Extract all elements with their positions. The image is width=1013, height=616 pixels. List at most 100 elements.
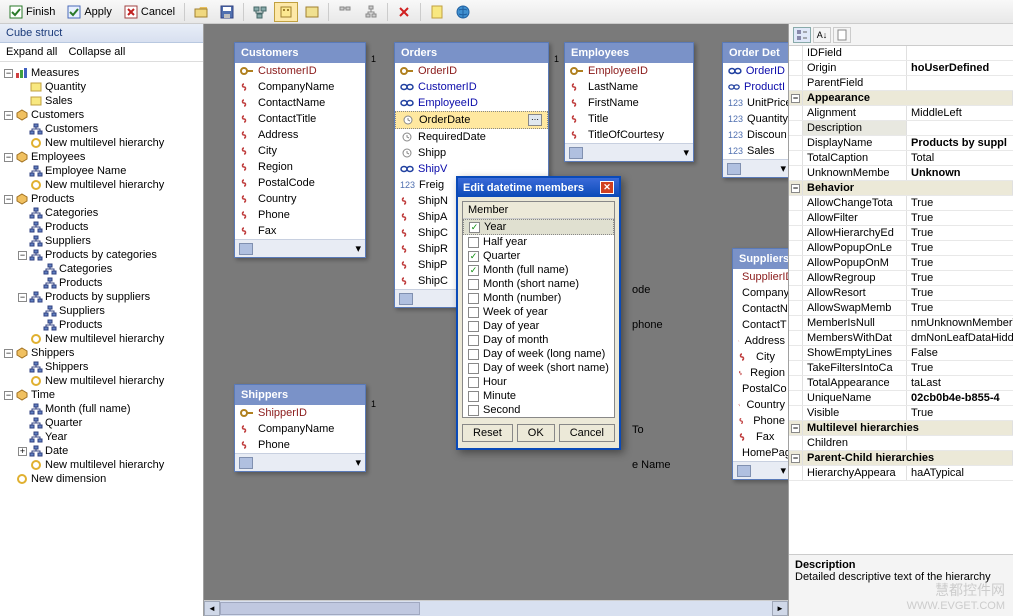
entity-field[interactable]: 123Discoun (723, 127, 789, 143)
entity-footer[interactable]: ▾ (565, 143, 693, 161)
entity-field[interactable]: ContactTitle (235, 111, 365, 127)
property-row[interactable]: Children (789, 436, 1013, 451)
tool-icon-3[interactable] (300, 2, 324, 22)
ok-button[interactable]: OK (517, 424, 555, 442)
tree-node[interactable]: Sales (18, 94, 199, 108)
tree-node[interactable]: Products (32, 318, 199, 332)
member-item[interactable]: Day of week (long name) (463, 347, 614, 361)
entity-field[interactable]: OrderID (723, 63, 789, 79)
entity-field[interactable]: ProductI (723, 79, 789, 95)
member-item[interactable]: ✓Year (463, 219, 614, 235)
entity-footer[interactable]: ▾ (723, 159, 789, 177)
member-item[interactable]: Day of week (short name) (463, 361, 614, 375)
property-row[interactable]: AlignmentMiddleLeft (789, 106, 1013, 121)
entity-field[interactable]: OrderID (395, 63, 548, 79)
delete-icon[interactable] (392, 2, 416, 22)
entity-header[interactable]: Suppliers (733, 249, 789, 269)
entity-field[interactable]: OrderDate⋯ (395, 111, 548, 129)
entity-field[interactable]: Shipp (395, 145, 548, 161)
entity-field[interactable]: Phone (235, 437, 365, 453)
entity-field[interactable]: Fax (235, 223, 365, 239)
property-row[interactable]: Description (789, 121, 1013, 136)
tree-node[interactable]: Customers (18, 122, 199, 136)
property-row[interactable]: VisibleTrue (789, 406, 1013, 421)
tree-node[interactable]: −Shippers (4, 346, 199, 360)
tree-node[interactable]: Suppliers (32, 304, 199, 318)
checkbox-icon[interactable] (468, 237, 479, 248)
member-item[interactable]: Month (short name) (463, 277, 614, 291)
tool-icon-4[interactable] (333, 2, 357, 22)
checkbox-icon[interactable] (468, 293, 479, 304)
checkbox-icon[interactable]: ✓ (468, 251, 479, 262)
entity-field[interactable]: PostalCode (235, 175, 365, 191)
entity-field[interactable]: ContactN (733, 301, 789, 317)
entity-header[interactable]: Order Det (723, 43, 789, 63)
property-row[interactable]: UnknownMembeUnknown (789, 166, 1013, 181)
property-row[interactable]: HierarchyAppearahaATypical (789, 466, 1013, 481)
member-item[interactable]: Second (463, 403, 614, 417)
property-row[interactable]: AllowResortTrue (789, 286, 1013, 301)
tree-node[interactable]: New multilevel hierarchy (18, 178, 199, 192)
entity-field[interactable]: Country (235, 191, 365, 207)
property-row[interactable]: DisplayNameProducts by suppl (789, 136, 1013, 151)
globe-icon[interactable] (451, 2, 475, 22)
property-row[interactable]: AllowSwapMembTrue (789, 301, 1013, 316)
entity-field[interactable]: Address (235, 127, 365, 143)
tree-node[interactable]: Suppliers (18, 234, 199, 248)
entity-field[interactable]: Address (733, 333, 789, 349)
property-category[interactable]: −Behavior (789, 181, 1013, 196)
checkbox-icon[interactable] (468, 279, 479, 290)
dialog-titlebar[interactable]: Edit datetime members ✕ (458, 178, 619, 197)
entity-field[interactable]: CustomerID (235, 63, 365, 79)
member-item[interactable]: ✓Month (full name) (463, 263, 614, 277)
tree-node[interactable]: Year (18, 430, 199, 444)
checkbox-icon[interactable]: ✓ (468, 265, 479, 276)
checkbox-icon[interactable] (468, 321, 479, 332)
tree-node[interactable]: Categories (32, 262, 199, 276)
tree-node[interactable]: Categories (18, 206, 199, 220)
property-row[interactable]: TotalCaptionTotal (789, 151, 1013, 166)
entity-field[interactable]: Phone (733, 413, 789, 429)
tree-node[interactable]: −Products (4, 192, 199, 206)
entity-suppliers[interactable]: SuppliersSupplierIDCompanyContactNContac… (732, 248, 789, 480)
tree-node[interactable]: New multilevel hierarchy (18, 332, 199, 346)
entity-field[interactable]: City (733, 349, 789, 365)
cancel-dialog-button[interactable]: Cancel (559, 424, 615, 442)
entity-field[interactable]: 123Quantity (723, 111, 789, 127)
entity-field[interactable]: Company (733, 285, 789, 301)
tree-node[interactable]: New multilevel hierarchy (18, 136, 199, 150)
entity-header[interactable]: Employees (565, 43, 693, 63)
expand-all-link[interactable]: Expand all (6, 46, 57, 58)
scroll-left-button[interactable]: ◄ (204, 601, 220, 616)
member-item[interactable]: ✓Quarter (463, 249, 614, 263)
member-item[interactable]: Day of month (463, 333, 614, 347)
entity-field[interactable]: Region (235, 159, 365, 175)
tree-node[interactable]: +Date (18, 444, 199, 458)
entity-field[interactable]: EmployeeID (565, 63, 693, 79)
entity-field[interactable]: Country (733, 397, 789, 413)
entity-field[interactable]: Fax (733, 429, 789, 445)
checkbox-icon[interactable] (468, 307, 479, 318)
tree-node[interactable]: Products (32, 276, 199, 290)
cube-tree[interactable]: −MeasuresQuantitySales−CustomersCustomer… (0, 62, 203, 616)
entity-field[interactable]: TitleOfCourtesy (565, 127, 693, 143)
property-row[interactable]: AllowRegroupTrue (789, 271, 1013, 286)
tool-icon-1[interactable] (248, 2, 272, 22)
entity-field[interactable]: ContactName (235, 95, 365, 111)
tool-icon-2[interactable] (274, 2, 298, 22)
alphabetical-icon[interactable]: A↓ (813, 27, 831, 43)
property-row[interactable]: ParentField (789, 76, 1013, 91)
property-row[interactable]: MembersWithDatdmNonLeafDataHidd (789, 331, 1013, 346)
entity-field[interactable]: ContactT (733, 317, 789, 333)
entity-field[interactable]: 123Sales (723, 143, 789, 159)
entity-field[interactable]: PostalCo (733, 381, 789, 397)
entity-field[interactable]: 123UnitPrice (723, 95, 789, 111)
note-icon[interactable] (425, 2, 449, 22)
entity-field[interactable]: ShipV (395, 161, 548, 177)
checkbox-icon[interactable]: ✓ (469, 222, 480, 233)
property-row[interactable]: ShowEmptyLinesFalse (789, 346, 1013, 361)
scroll-thumb[interactable] (220, 602, 420, 615)
entity-field[interactable]: RequiredDate (395, 129, 548, 145)
tree-node[interactable]: Products (18, 220, 199, 234)
entity-field[interactable]: EmployeeID (395, 95, 548, 111)
